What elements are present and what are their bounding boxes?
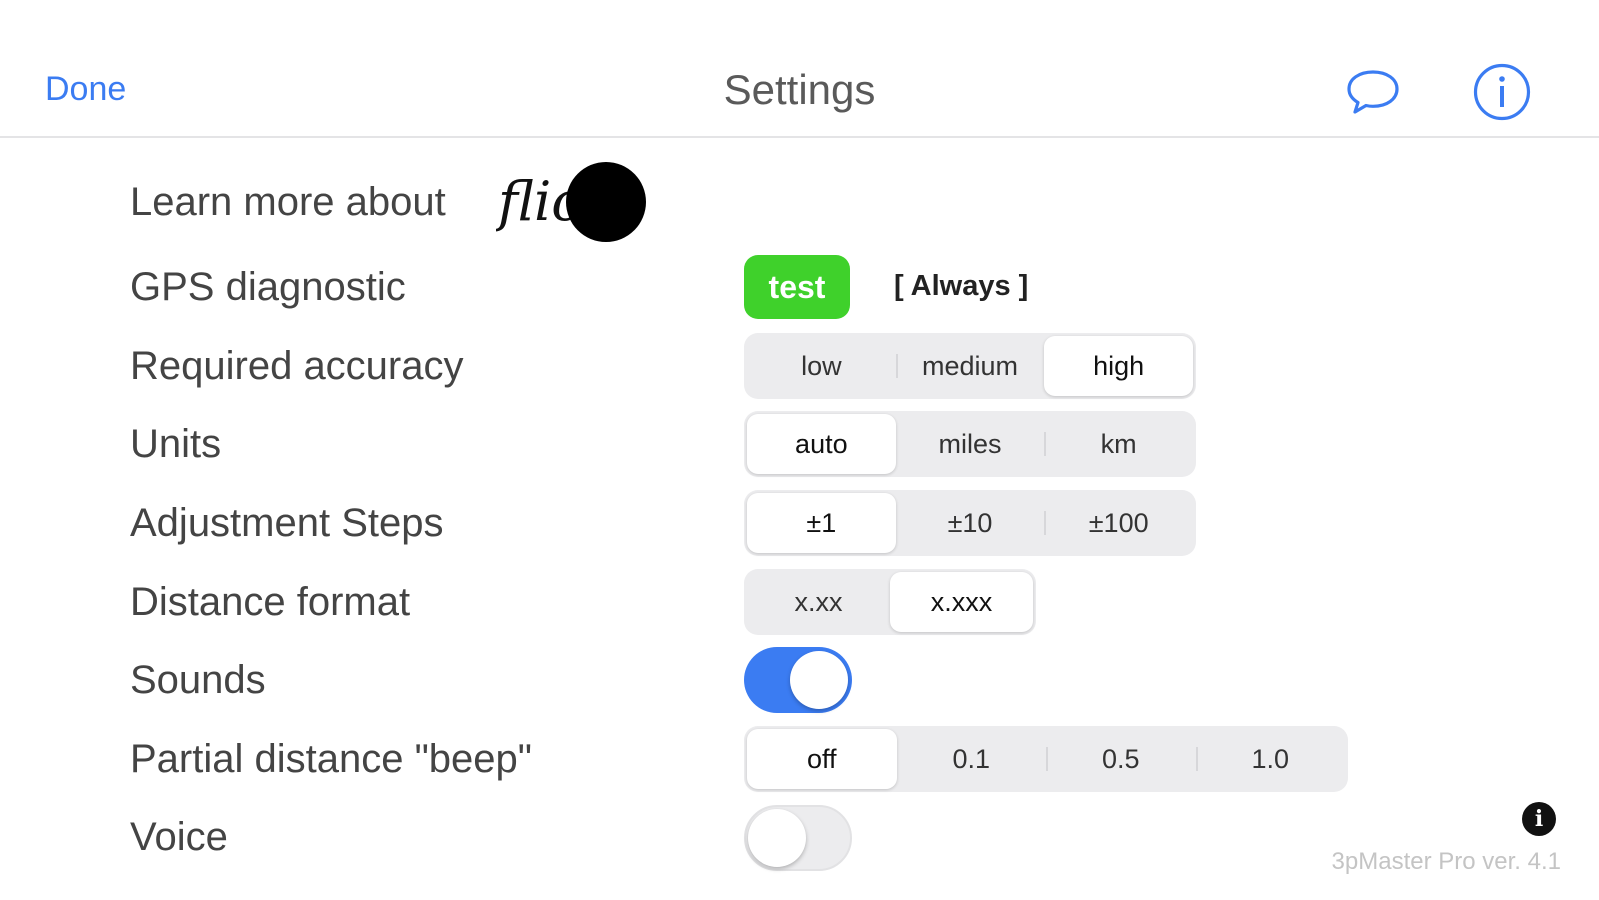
voice-toggle[interactable] [744, 805, 852, 871]
chat-bubble-icon[interactable] [1345, 64, 1401, 120]
units-option-km[interactable]: km [1044, 414, 1193, 474]
flic-logo[interactable]: flic [496, 160, 648, 244]
beep-option-0-1[interactable]: 0.1 [897, 729, 1047, 789]
steps-option-10[interactable]: ±10 [896, 493, 1045, 553]
gps-test-button[interactable]: test [744, 255, 850, 319]
accuracy-segmented-control: low medium high [744, 333, 1196, 399]
gps-diagnostic-label: GPS diagnostic [130, 265, 406, 309]
accuracy-option-low[interactable]: low [747, 336, 896, 396]
units-option-miles[interactable]: miles [896, 414, 1045, 474]
gps-status-text: [ Always ] [894, 270, 1029, 302]
units-segmented-control: auto miles km [744, 411, 1196, 477]
learn-more-label: Learn more about [130, 180, 446, 224]
done-button[interactable]: Done [45, 70, 126, 109]
steps-segmented-control: ±1 ±10 ±100 [744, 490, 1196, 556]
units-label: Units [130, 422, 222, 466]
voice-toggle-knob [748, 809, 806, 867]
sounds-toggle[interactable] [744, 647, 852, 713]
navigation-bar: Done Settings [0, 0, 1599, 138]
partial-distance-beep-label: Partial distance "beep" [130, 737, 532, 781]
accuracy-option-high[interactable]: high [1044, 336, 1194, 396]
units-option-auto[interactable]: auto [747, 414, 896, 474]
distance-format-segmented-control: x.xx x.xxx [744, 569, 1036, 635]
beep-option-off[interactable]: off [747, 729, 897, 789]
beep-option-1-0[interactable]: 1.0 [1195, 729, 1346, 789]
adjustment-steps-label: Adjustment Steps [130, 501, 444, 545]
voice-label: Voice [130, 815, 228, 859]
distance-format-option-xxx[interactable]: x.xx [747, 572, 890, 632]
distance-format-label: Distance format [130, 580, 411, 624]
distance-format-option-xxxx[interactable]: x.xxx [890, 572, 1033, 632]
beep-segmented-control: off 0.1 0.5 1.0 [744, 726, 1348, 792]
beep-option-0-5[interactable]: 0.5 [1046, 729, 1196, 789]
steps-option-1[interactable]: ±1 [747, 493, 896, 553]
required-accuracy-label: Required accuracy [130, 344, 464, 388]
info-circle-icon[interactable] [1472, 62, 1532, 122]
info-icon[interactable]: i [1522, 802, 1556, 836]
version-label: 3pMaster Pro ver. 4.1 [1331, 848, 1561, 875]
sounds-toggle-knob [790, 651, 848, 709]
steps-option-100[interactable]: ±100 [1044, 493, 1193, 553]
sounds-label: Sounds [130, 658, 266, 702]
accuracy-option-medium[interactable]: medium [895, 336, 1045, 396]
